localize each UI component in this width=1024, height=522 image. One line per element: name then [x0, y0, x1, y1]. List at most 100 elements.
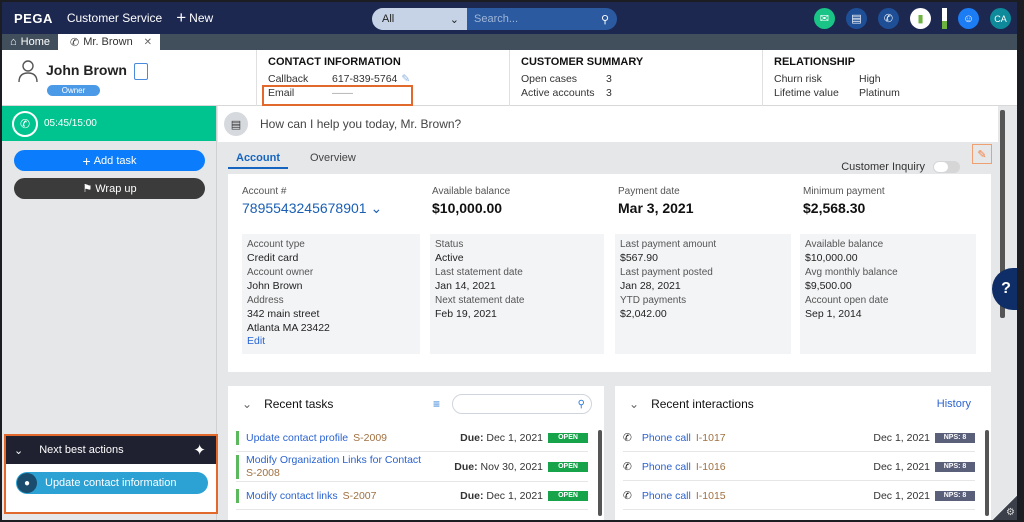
edit-pencil-icon[interactable]: ✎ — [401, 72, 410, 86]
account-type-label: Account type — [247, 239, 305, 250]
pega-logo[interactable]: PEGA — [14, 11, 53, 26]
search-input[interactable]: Search... ⚲ — [467, 8, 617, 30]
interaction-row[interactable]: ✆ Phone call I-1016 Dec 1, 2021 NPS: 8 — [623, 453, 975, 481]
script-icon[interactable]: ▤ — [224, 112, 248, 136]
lightbulb-icon: ● — [17, 473, 37, 493]
interaction-id: I-1017 — [695, 431, 726, 444]
task-row[interactable]: Modify contact links S-2007 Due: Dec 1, … — [236, 482, 588, 510]
task-title-link[interactable]: Modify contact links — [246, 490, 338, 502]
phone-icon[interactable]: ✆ — [878, 8, 899, 29]
phone-icon[interactable]: ✆ — [12, 110, 38, 137]
customer-inquiry-toggle[interactable] — [933, 161, 960, 173]
toolbar-icons: ✉ ▤ ✆ ▮ ☺ CA — [814, 8, 1017, 29]
chevron-down-icon[interactable]: ⌄ — [242, 397, 252, 411]
search-placeholder: Search... — [474, 13, 519, 25]
status-badge: OPEN — [548, 432, 588, 443]
due-date: Dec 1, 2021 — [486, 431, 543, 444]
search-icon: ⚲ — [577, 398, 585, 410]
lifetime-value: Platinum — [859, 87, 900, 99]
last-payment-amount-value: $567.90 — [620, 252, 658, 264]
last-payment-posted-label: Last payment posted — [620, 267, 713, 278]
chevron-down-icon[interactable]: ⌄ — [629, 397, 639, 411]
last-payment-posted-value: Jan 28, 2021 — [620, 280, 681, 292]
relationship-title: RELATIONSHIP — [774, 56, 856, 68]
update-contact-info-button[interactable]: ● Update contact information — [16, 472, 208, 494]
prompt-text: How can I help you today, Mr. Brown? — [260, 117, 462, 131]
interactions-scrollbar[interactable] — [985, 430, 989, 516]
ytd-payments-value: $2,042.00 — [620, 308, 667, 320]
task-id: S-2009 — [353, 431, 388, 444]
account-details-col1: Account type Credit card Account owner J… — [242, 234, 420, 354]
last-statement-value: Jan 14, 2021 — [435, 280, 496, 292]
tab-account[interactable]: Account — [228, 152, 288, 169]
search-scope-select[interactable]: All ⌄ — [372, 8, 467, 30]
email-icon[interactable]: ✉ — [814, 8, 835, 29]
lifetime-label: Lifetime value — [774, 87, 839, 99]
chevron-down-icon[interactable]: ⌄ — [14, 444, 23, 457]
avg-monthly-balance-label: Avg monthly balance — [805, 267, 898, 278]
edit-address-link[interactable]: Edit — [247, 335, 415, 347]
filter-icon[interactable]: ≡ — [433, 397, 440, 411]
incoming-call-icon: ✆ — [623, 489, 632, 502]
account-open-date-label: Account open date — [805, 295, 889, 306]
bot-icon[interactable]: ☺ — [958, 8, 979, 29]
interaction-type-link[interactable]: Phone call — [642, 461, 691, 473]
clipboard-icon[interactable] — [134, 63, 148, 80]
user-avatar[interactable]: CA — [990, 8, 1011, 29]
due-label: Due: — [460, 431, 484, 444]
home-icon: ⌂ — [10, 36, 17, 48]
account-number-select[interactable]: 7895543245678901 ⌄ — [242, 200, 382, 217]
account-owner-label: Account owner — [247, 267, 314, 278]
history-link[interactable]: History — [937, 398, 971, 410]
incoming-call-icon: ✆ — [623, 460, 632, 473]
interaction-date: Dec 1, 2021 — [873, 489, 930, 502]
tab-mr-brown[interactable]: ✆ Mr. Brown ✕ — [58, 34, 160, 50]
edit-pencil-icon[interactable]: ✎ — [972, 144, 992, 164]
recent-tasks-header: ⌄ Recent tasks ≡ ⚲ — [228, 386, 604, 422]
tab-home[interactable]: ⌂ Home — [2, 34, 58, 50]
phone-icon: ✆ — [70, 36, 80, 49]
new-button[interactable]: + New — [176, 8, 213, 27]
account-owner-value: John Brown — [247, 280, 303, 292]
account-tabs: Account Overview — [228, 152, 364, 169]
status-label: Status — [435, 239, 464, 250]
task-title-link[interactable]: Modify Organization Links for Contact — [246, 454, 421, 467]
next-statement-value: Feb 19, 2021 — [435, 308, 497, 320]
tab-bar: ⌂ Home ✆ Mr. Brown ✕ — [2, 34, 1017, 50]
available-balance: Available balance $10,000.00 — [432, 186, 510, 216]
interaction-type-link[interactable]: Phone call — [642, 432, 691, 444]
wrap-up-button[interactable]: ⚑ Wrap up — [14, 178, 205, 199]
call-timer-value: 05:45/15:00 — [44, 118, 97, 129]
task-row[interactable]: Modify Organization Links for Contact S-… — [236, 452, 588, 482]
tab-overview[interactable]: Overview — [302, 152, 364, 169]
recent-interactions-panel: ⌄ Recent interactions History ✆ Phone ca… — [615, 386, 991, 520]
app-window: PEGA Customer Service + New All ⌄ Search… — [2, 2, 1017, 520]
battery-status-icon[interactable]: ▮ — [910, 8, 931, 29]
interaction-type-link[interactable]: Phone call — [642, 490, 691, 502]
close-icon[interactable]: ✕ — [144, 37, 152, 48]
tab-mr-brown-label: Mr. Brown — [83, 36, 133, 48]
payment-date-label: Payment date — [618, 186, 680, 197]
recent-interactions-title: Recent interactions — [651, 397, 754, 411]
left-panel: ✆ 05:45/15:00 + Add task ⚑ Wrap up ⌄ Nex… — [2, 106, 218, 520]
available-balance-label: Available balance — [432, 186, 511, 197]
add-task-button[interactable]: + Add task — [14, 150, 205, 171]
search-icon[interactable]: ⚲ — [601, 13, 609, 26]
account-number: Account # 7895543245678901 ⌄ — [242, 186, 382, 217]
nps-badge: NPS: 8 — [935, 490, 975, 501]
tasks-search-input[interactable]: ⚲ — [452, 394, 592, 414]
task-title-link[interactable]: Update contact profile — [246, 432, 348, 444]
task-row[interactable]: Update contact profile S-2009 Due: Dec 1… — [236, 424, 588, 452]
relationship: RELATIONSHIP Churn risk High Lifetime va… — [764, 50, 1017, 106]
callback-value: 617-839-5764 — [332, 73, 398, 85]
plus-icon: + — [82, 152, 91, 169]
interaction-row[interactable]: ✆ Phone call I-1015 Dec 1, 2021 NPS: 8 — [623, 482, 975, 510]
interaction-row[interactable]: ✆ Phone call I-1017 Dec 1, 2021 NPS: 8 — [623, 424, 975, 452]
minimum-payment: Minimum payment $2,568.30 — [803, 186, 885, 216]
chat-icon[interactable]: ▤ — [846, 8, 867, 29]
plus-icon: + — [176, 8, 187, 27]
recent-interactions-header: ⌄ Recent interactions History — [615, 386, 991, 422]
gear-icon[interactable]: ⚙ — [993, 496, 1017, 520]
nba-header[interactable]: ⌄ Next best actions ✦ — [6, 436, 216, 464]
tasks-scrollbar[interactable] — [598, 430, 602, 516]
